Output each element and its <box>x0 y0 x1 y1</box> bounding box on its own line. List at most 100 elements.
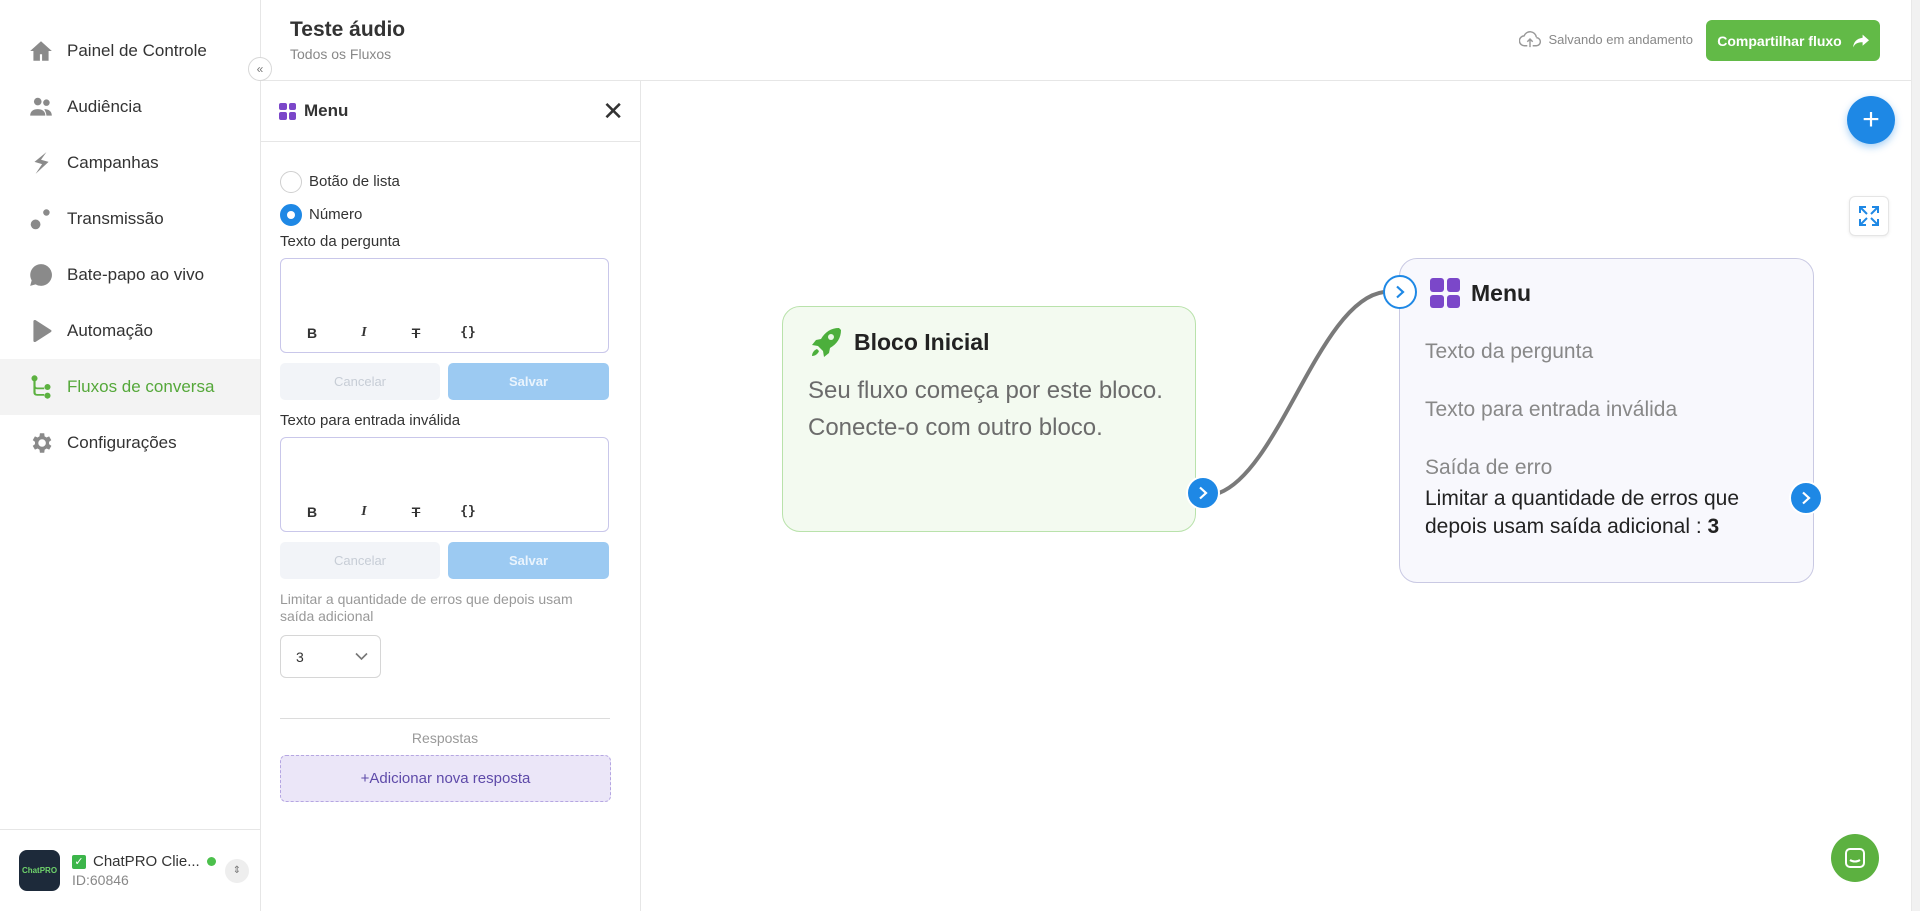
plus-icon: + <box>1862 103 1880 136</box>
menu-limit-value: 3 <box>1707 515 1720 538</box>
question-text-label: Texto da pergunta <box>280 233 401 250</box>
start-block-line-1: Seu fluxo começa por este bloco. <box>808 377 1163 404</box>
answers-label: Respostas <box>411 730 479 746</box>
chat-support-icon <box>1845 848 1865 868</box>
sidebar-item-settings[interactable]: Configurações <box>0 415 260 471</box>
add-answer-button[interactable]: +Adicionar nova resposta <box>280 755 611 802</box>
menu-invalid-field: Texto para entrada inválida <box>1425 398 1678 421</box>
strikethrough-icon[interactable]: T <box>405 504 427 520</box>
start-block-output-port[interactable] <box>1186 476 1220 510</box>
italic-icon[interactable]: I <box>353 325 375 341</box>
fit-view-button[interactable] <box>1849 196 1889 236</box>
people-icon <box>27 94 54 121</box>
breadcrumb-all-flows[interactable]: Todos os Fluxos <box>290 46 391 62</box>
share-arrow-icon <box>1852 34 1869 47</box>
sidebar-item-label: Campanhas <box>67 153 159 172</box>
broadcast-icon <box>27 206 54 233</box>
switch-account-icon[interactable]: ⇕ <box>225 858 249 883</box>
variable-braces-icon[interactable]: {} <box>457 325 479 341</box>
radio-label: Botão de lista <box>309 173 400 190</box>
menu-block-node[interactable]: Menu Texto da pergunta Texto para entrad… <box>1399 258 1814 583</box>
sidebar-item-conversation-flows[interactable]: Fluxos de conversa <box>0 359 260 415</box>
account-name-row: ✓ ChatPRO Clie... <box>72 853 216 870</box>
menu-properties-panel: Menu ✕ Botão de lista Número Texto da pe… <box>261 81 641 911</box>
sidebar-item-label: Transmissão <box>67 209 164 228</box>
node-header: Menu <box>1430 278 1531 308</box>
variable-braces-icon[interactable]: {} <box>457 504 479 520</box>
chevron-right-icon <box>1199 486 1208 500</box>
strikethrough-icon[interactable]: T <box>405 325 427 341</box>
start-block-description: Seu fluxo começa por este bloco. Conecte… <box>808 372 1163 446</box>
question-text-editor[interactable]: B I T {} <box>280 258 609 353</box>
panel-header: Menu ✕ <box>261 81 640 142</box>
menu-grid-icon <box>279 102 296 120</box>
cancel-button[interactable]: Cancelar <box>280 363 440 400</box>
cloud-upload-icon <box>1519 31 1542 48</box>
add-block-button[interactable]: + <box>1847 96 1895 144</box>
bolt-icon <box>27 150 54 177</box>
sidebar-item-dashboard[interactable]: Painel de Controle <box>0 23 260 79</box>
account-info: ✓ ChatPRO Clie... ID:60846 <box>72 853 216 888</box>
menu-limit-label: Limitar a quantidade de erros que depois… <box>1425 487 1740 538</box>
start-block-node[interactable]: Bloco Inicial Seu fluxo começa por este … <box>782 306 1196 532</box>
chevron-right-icon <box>1802 491 1811 505</box>
radio-label: Número <box>309 206 363 223</box>
close-icon[interactable]: ✕ <box>602 98 624 124</box>
sidebar-item-automation[interactable]: Automação <box>0 303 260 359</box>
error-limit-value: 3 <box>296 648 304 665</box>
chevron-down-icon <box>355 652 368 661</box>
save-status-text: Salvando em andamento <box>1548 31 1693 47</box>
bold-icon[interactable]: B <box>301 504 323 520</box>
gear-icon <box>27 430 54 457</box>
invalid-input-editor[interactable]: B I T {} <box>280 437 609 532</box>
sidebar: Painel de Controle Audiência Campanhas T… <box>0 0 261 911</box>
radio-list-button[interactable]: Botão de lista <box>280 165 610 198</box>
radio-checked[interactable] <box>280 203 302 226</box>
error-limit-label: Limitar a quantidade de erros que depois… <box>280 591 573 624</box>
chat-bubble-icon <box>27 262 54 289</box>
radio-unchecked[interactable] <box>280 170 302 193</box>
share-flow-button[interactable]: Compartilhar fluxo <box>1706 20 1880 61</box>
invalid-input-label: Texto para entrada inválida <box>280 412 461 429</box>
page-title: Teste áudio <box>290 18 406 41</box>
menu-block-input-port[interactable] <box>1383 275 1417 309</box>
start-block-title: Bloco Inicial <box>854 328 990 355</box>
sidebar-item-label: Painel de Controle <box>67 41 207 60</box>
sidebar-item-live-chat[interactable]: Bate-papo ao vivo <box>0 247 260 303</box>
page-scrollbar[interactable] <box>1911 0 1920 911</box>
radio-number[interactable]: Número <box>280 198 610 231</box>
menu-grid-icon <box>1430 278 1460 308</box>
node-header: Bloco Inicial <box>809 325 989 359</box>
menu-error-output-port[interactable] <box>1789 481 1823 515</box>
save-button[interactable]: Salvar <box>448 363 609 400</box>
flow-icon <box>27 374 54 401</box>
share-flow-label: Compartilhar fluxo <box>1717 32 1842 49</box>
sidebar-item-broadcast[interactable]: Transmissão <box>0 191 260 247</box>
sidebar-item-label: Fluxos de conversa <box>67 377 215 396</box>
support-chat-button[interactable] <box>1831 834 1879 882</box>
save-button[interactable]: Salvar <box>448 542 609 579</box>
panel-body: Botão de lista Número Texto da pergunta … <box>261 142 640 802</box>
panel-title: Menu <box>304 101 349 120</box>
divider <box>280 718 610 719</box>
header: Teste áudio Todos os Fluxos Salvando em … <box>261 0 1920 81</box>
check-icon: ✓ <box>72 854 86 869</box>
menu-question-field: Texto da pergunta <box>1425 340 1594 363</box>
menu-error-limit-text: Limitar a quantidade de erros que depois… <box>1425 485 1785 541</box>
collapse-sidebar-button[interactable]: « <box>248 57 272 81</box>
sidebar-item-campaigns[interactable]: Campanhas <box>0 135 260 191</box>
rocket-icon <box>812 328 841 357</box>
account-switcher[interactable]: ChatPRO ✓ ChatPRO Clie... ID:60846 ⇕ <box>0 829 261 911</box>
cancel-button[interactable]: Cancelar <box>280 542 440 579</box>
chevron-right-icon <box>1396 285 1405 299</box>
account-name: ChatPRO Clie... <box>93 853 200 870</box>
start-block-line-2: Conecte-o com outro bloco. <box>808 414 1103 441</box>
error-limit-select[interactable]: 3 <box>280 635 381 678</box>
account-id: ID:60846 <box>72 872 129 888</box>
online-status-dot <box>206 857 216 866</box>
menu-error-exit-label: Saída de erro <box>1425 456 1553 479</box>
bold-icon[interactable]: B <box>301 325 323 341</box>
home-icon <box>27 38 54 65</box>
italic-icon[interactable]: I <box>353 504 375 520</box>
sidebar-item-audience[interactable]: Audiência <box>0 79 260 135</box>
